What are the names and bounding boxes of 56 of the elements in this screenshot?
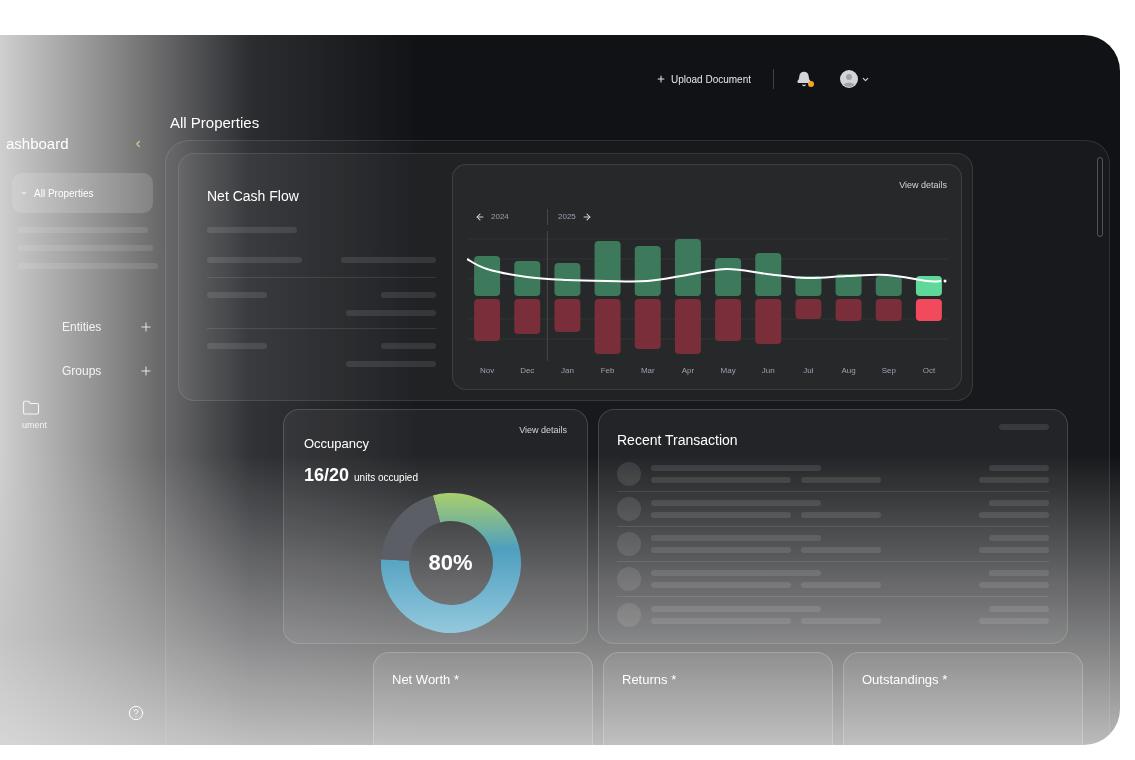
view-details-link[interactable]: View details	[519, 424, 567, 438]
card-title: Net Worth *	[392, 672, 459, 687]
month-bars[interactable]	[554, 262, 581, 332]
scrollbar[interactable]	[1097, 157, 1103, 237]
occupancy-percent: 80%	[428, 549, 473, 577]
avatar-placeholder	[617, 497, 641, 521]
avatar-placeholder	[617, 567, 641, 591]
arrow-left-icon[interactable]	[475, 211, 485, 222]
month-label: Aug	[841, 364, 856, 377]
occupied-count: 16/20	[304, 463, 350, 487]
month-label: Dec	[520, 364, 535, 377]
month-bars[interactable]	[514, 260, 541, 334]
caret-icon	[20, 189, 28, 197]
month-label: Jul	[803, 364, 814, 377]
month-bars[interactable]	[674, 238, 701, 354]
plus-icon	[655, 74, 666, 84]
sidebar-nav-item[interactable]: All Properties	[12, 173, 153, 213]
month-label: Jun	[761, 364, 775, 377]
card-title: Outstandings *	[862, 672, 948, 687]
page-title: All Properties	[170, 112, 260, 133]
avatar-placeholder	[617, 602, 641, 627]
card-title: Returns *	[622, 672, 677, 687]
user-avatar-icon[interactable]	[840, 70, 858, 88]
sidebar-section-label[interactable]: Entities	[60, 318, 104, 336]
month-label: Mar	[640, 364, 655, 377]
month-bars[interactable]	[715, 257, 742, 341]
month-bars[interactable]	[474, 255, 501, 341]
card-title: Net Cash Flow	[207, 187, 300, 206]
sidebar-shortcut-label[interactable]: ument	[22, 419, 47, 433]
card-title: Occupancy	[304, 435, 370, 453]
avatar-placeholder	[617, 532, 641, 556]
view-details-link[interactable]: View details	[899, 179, 947, 193]
month-label: Nov	[479, 364, 495, 377]
upload-document-button[interactable]: Upload Document	[655, 71, 751, 87]
month-label: Sep	[881, 364, 896, 377]
month-bars[interactable]	[835, 273, 862, 321]
month-bars[interactable]	[875, 275, 902, 321]
bell-icon[interactable]	[796, 71, 812, 87]
month-bars[interactable]	[915, 275, 942, 321]
year-label: 2025	[558, 210, 576, 223]
month-label: May	[720, 364, 736, 377]
month-label: Jan	[560, 364, 574, 377]
sidebar-title: ashboard	[6, 133, 69, 154]
sidebar-section-label[interactable]: Groups	[60, 362, 104, 380]
month-label: Feb	[600, 364, 615, 377]
month-label: Oct	[922, 364, 936, 377]
avatar-placeholder	[617, 462, 641, 486]
card-title: Recent Transaction	[617, 431, 738, 450]
year-label: 2024	[491, 210, 509, 223]
arrow-right-icon[interactable]	[581, 211, 592, 222]
month-bars[interactable]	[634, 245, 661, 349]
month-label: Apr	[681, 364, 695, 377]
occupied-label: units occupied	[354, 470, 418, 485]
month-bars[interactable]	[795, 275, 822, 319]
chevron-left-icon[interactable]	[133, 139, 143, 149]
month-bars[interactable]	[755, 252, 782, 344]
